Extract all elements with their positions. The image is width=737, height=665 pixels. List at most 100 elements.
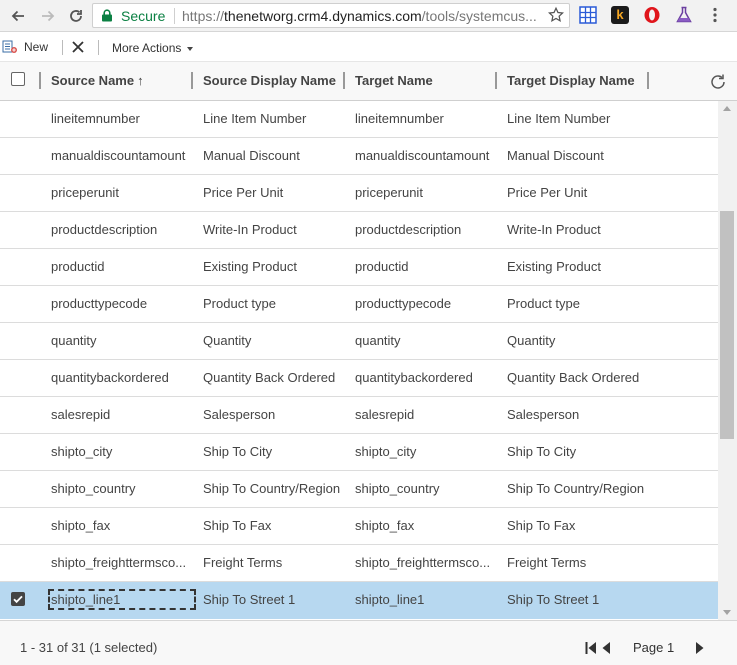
grid-footer: 1 - 31 of 31 (1 selected) Page 1 xyxy=(0,620,737,665)
cell-target-name: salesrepid xyxy=(355,407,415,422)
cell-source-display-name: Product type xyxy=(203,296,276,311)
cell-source-display-name: Manual Discount xyxy=(203,148,300,163)
command-divider xyxy=(62,40,63,55)
cell-source-display-name: Quantity xyxy=(203,333,252,348)
column-header-target-name[interactable]: Target Name xyxy=(355,73,433,88)
row-checkbox[interactable] xyxy=(11,592,25,606)
scrollbar-thumb[interactable] xyxy=(720,211,734,439)
cell-target-display-name: Quantity xyxy=(507,333,556,348)
address-bar[interactable]: Secure https://thenetworg.crm4.dynamics.… xyxy=(92,3,570,28)
menu-dots-icon[interactable] xyxy=(706,6,724,24)
cell-target-display-name: Existing Product xyxy=(507,259,601,274)
cell-source-name: productdescription xyxy=(51,222,158,237)
table-row[interactable]: salesrepid Salesperson salesrepid Salespers… xyxy=(0,397,718,434)
cell-target-display-name: Line Item Number xyxy=(507,111,611,126)
new-button[interactable]: New xyxy=(2,39,48,55)
column-divider[interactable] xyxy=(495,72,497,89)
column-header-source-display-name[interactable]: Source Display Name xyxy=(203,73,336,88)
cell-target-display-name: Ship To Fax xyxy=(507,518,576,533)
cell-source-name[interactable]: shipto_line1 xyxy=(48,589,196,610)
cell-source-display-name: Ship To City xyxy=(203,444,273,459)
url-path: /tools/systemcus... xyxy=(421,8,537,24)
next-page-icon[interactable] xyxy=(695,641,705,655)
more-actions-button[interactable]: More Actions xyxy=(112,41,194,55)
url-scheme: https:// xyxy=(182,8,225,24)
cell-source-name: priceperunit xyxy=(51,185,119,200)
more-actions-label: More Actions xyxy=(112,41,182,55)
cell-source-name: shipto_city xyxy=(51,444,113,459)
table-row[interactable]: shipto_fax Ship To Fax shipto_fax Ship To F… xyxy=(0,508,718,545)
column-header-source-name[interactable]: Source Name ↑ xyxy=(51,73,144,88)
cell-source-name: shipto_country xyxy=(51,481,136,496)
cell-target-display-name: Quantity Back Ordered xyxy=(507,370,640,385)
new-record-icon xyxy=(2,40,17,53)
delete-icon[interactable] xyxy=(71,40,85,54)
table-row[interactable]: producttypecode Product type producttypeco… xyxy=(0,286,718,323)
cell-target-name: quantity xyxy=(355,333,401,348)
vertical-scrollbar[interactable] xyxy=(718,101,737,620)
star-icon[interactable] xyxy=(547,6,565,24)
back-button[interactable] xyxy=(8,6,28,26)
cell-target-display-name: Salesperson xyxy=(507,407,580,422)
k-extension-icon[interactable]: k xyxy=(611,6,629,24)
table-row-selected[interactable]: shipto_line1 Ship To Street 1 shipto_line1… xyxy=(0,582,718,619)
command-bar: New More Actions xyxy=(0,33,737,61)
flask-icon[interactable] xyxy=(675,6,693,24)
cell-source-display-name: Freight Terms xyxy=(203,555,283,570)
cell-source-display-name: Salesperson xyxy=(203,407,276,422)
column-divider[interactable] xyxy=(343,72,345,89)
cell-source-display-name: Ship To Street 1 xyxy=(203,592,296,607)
table-row[interactable]: manualdiscountamount Manual Discount manua… xyxy=(0,138,718,175)
browser-toolbar: Secure https://thenetworg.crm4.dynamics.… xyxy=(0,0,737,32)
column-divider[interactable] xyxy=(39,72,41,89)
scroll-up-icon[interactable] xyxy=(723,106,731,111)
cell-source-name: producttypecode xyxy=(51,296,148,311)
cell-source-name: shipto_freighttermsco... xyxy=(51,555,187,570)
table-row[interactable]: productdescription Write-In Product produc… xyxy=(0,212,718,249)
table-row[interactable]: quantity Quantity quantity Quantity xyxy=(0,323,718,360)
back-arrow-icon xyxy=(11,10,24,22)
cell-source-display-name: Price Per Unit xyxy=(203,185,284,200)
first-page-icon[interactable] xyxy=(585,641,597,655)
select-all-checkbox[interactable] xyxy=(11,72,25,86)
column-header-target-display-name[interactable]: Target Display Name xyxy=(507,73,635,88)
cell-source-name: quantitybackordered xyxy=(51,370,169,385)
refresh-icon[interactable] xyxy=(708,72,728,92)
column-divider[interactable] xyxy=(647,72,649,89)
opera-icon[interactable] xyxy=(643,6,661,24)
table-row[interactable]: productid Existing Product productid Existi… xyxy=(0,249,718,286)
page-label: Page 1 xyxy=(633,640,675,655)
cell-target-name: shipto_line1 xyxy=(355,592,425,607)
new-label: New xyxy=(24,40,49,54)
cell-target-name: shipto_fax xyxy=(355,518,415,533)
cell-target-display-name: Ship To City xyxy=(507,444,577,459)
cell-target-name: producttypecode xyxy=(355,296,452,311)
cell-target-name: shipto_country xyxy=(355,481,440,496)
table-row[interactable]: lineitemnumber Line Item Number lineitemnu… xyxy=(0,101,718,138)
cell-target-display-name: Price Per Unit xyxy=(507,185,588,200)
cell-target-display-name: Product type xyxy=(507,296,580,311)
grid-body: lineitemnumber Line Item Number lineitemnu… xyxy=(0,101,718,620)
chevron-down-icon xyxy=(187,46,194,51)
forward-button[interactable] xyxy=(38,6,58,26)
cell-source-display-name: Line Item Number xyxy=(203,111,307,126)
table-row[interactable]: priceperunit Price Per Unit priceperunit Pr… xyxy=(0,175,718,212)
table-row[interactable]: shipto_country Ship To Country/Region ship… xyxy=(0,471,718,508)
omnibox-divider xyxy=(174,8,175,24)
cell-target-name: productdescription xyxy=(355,222,462,237)
url-host: thenetworg.crm4.dynamics.com xyxy=(224,8,422,24)
cell-target-name: productid xyxy=(355,259,409,274)
cell-target-name: manualdiscountamount xyxy=(355,148,490,163)
url-text[interactable]: https://thenetworg.crm4.dynamics.com/too… xyxy=(182,8,542,24)
column-divider[interactable] xyxy=(191,72,193,89)
table-row[interactable]: quantitybackordered Quantity Back Ordered… xyxy=(0,360,718,397)
grid-extension-icon[interactable] xyxy=(579,6,597,24)
cell-source-name: salesrepid xyxy=(51,407,111,422)
cell-target-display-name: Ship To Country/Region xyxy=(507,481,645,496)
table-row[interactable]: shipto_freighttermsco... Freight Terms shi… xyxy=(0,545,718,582)
reload-button[interactable] xyxy=(66,6,86,26)
scroll-down-icon[interactable] xyxy=(723,610,731,615)
previous-page-icon[interactable] xyxy=(601,641,611,655)
table-row[interactable]: shipto_city Ship To City shipto_city Ship T… xyxy=(0,434,718,471)
cell-target-name: lineitemnumber xyxy=(355,111,444,126)
